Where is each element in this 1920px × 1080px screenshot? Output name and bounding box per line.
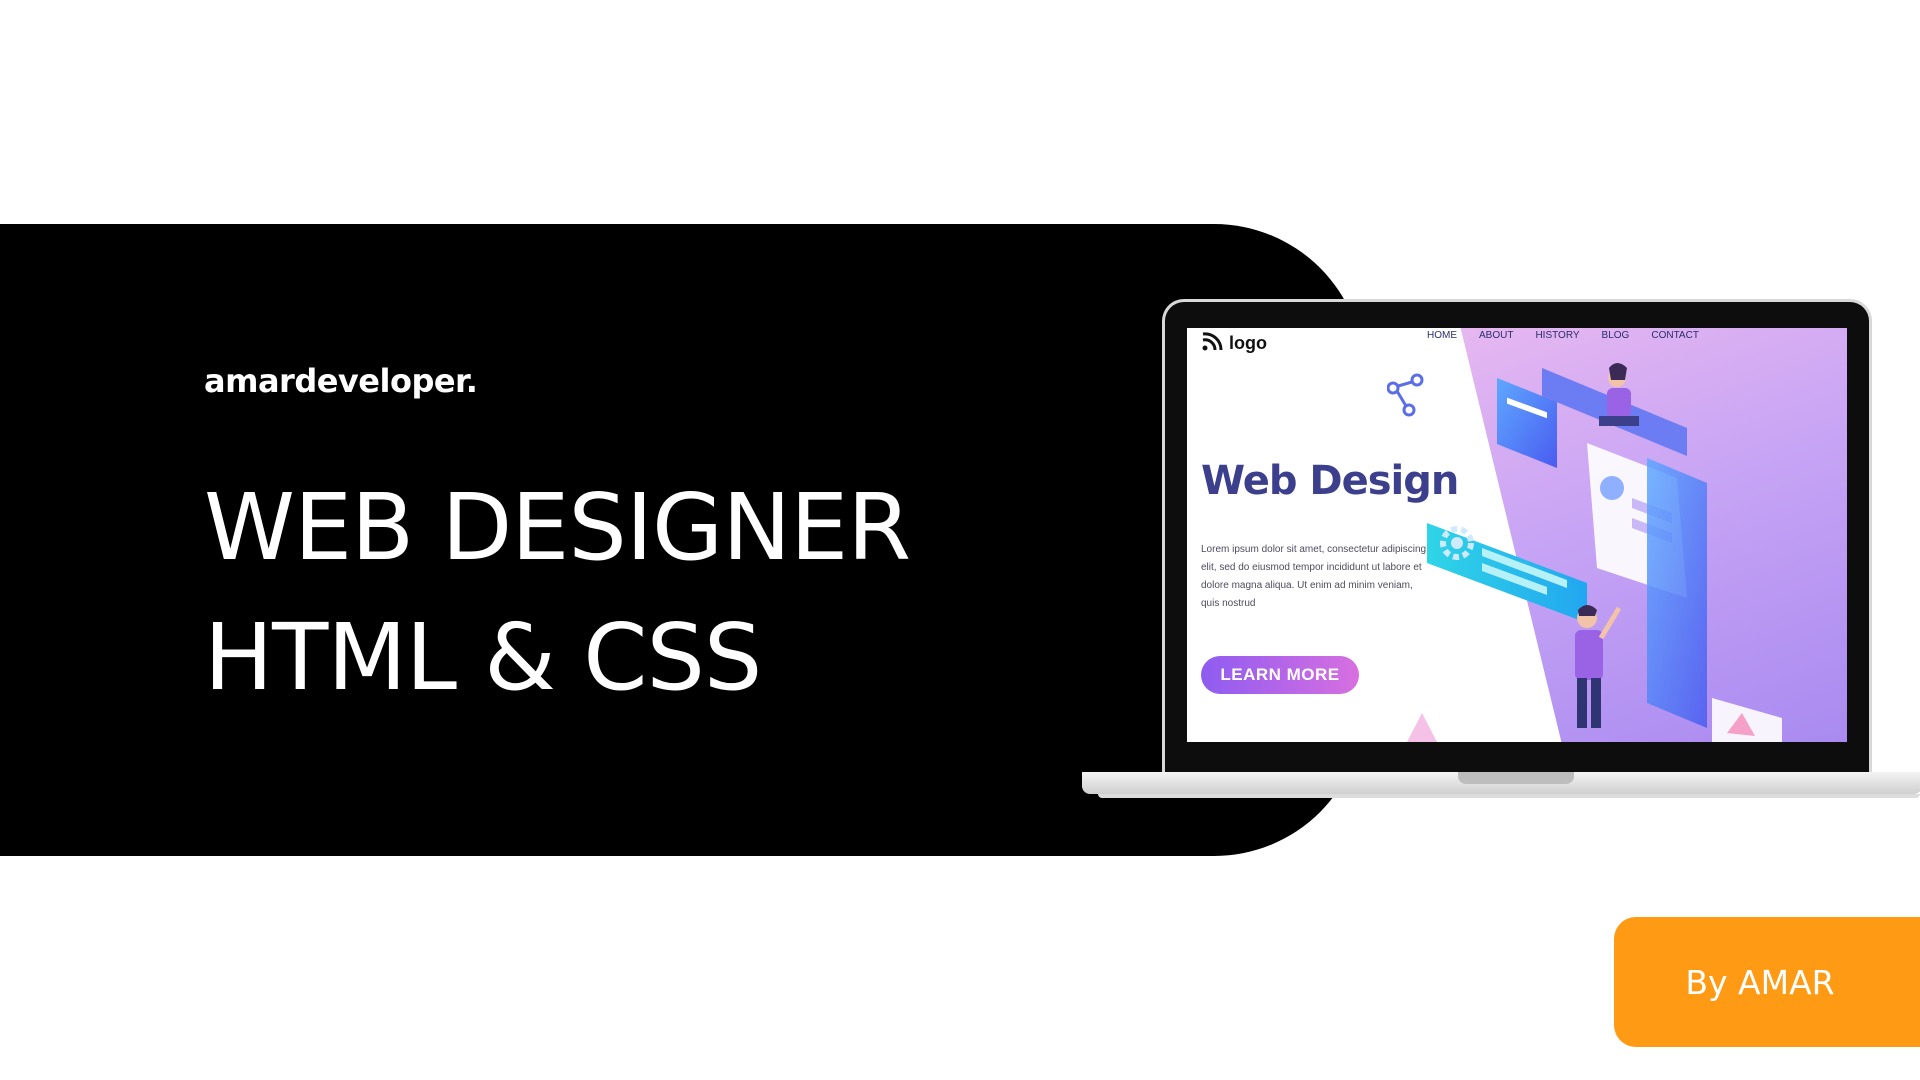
learn-more-button[interactable]: LEARN MORE bbox=[1201, 656, 1359, 694]
nav-contact[interactable]: CONTACT bbox=[1651, 330, 1699, 341]
triangle-deco bbox=[1407, 713, 1437, 742]
wifi-logo-icon bbox=[1201, 330, 1225, 357]
tall-panel bbox=[1647, 458, 1707, 728]
nav-about[interactable]: ABOUT bbox=[1479, 330, 1513, 341]
headline-line-1: WEB DESIGNER bbox=[204, 474, 911, 581]
laptop-screen: logo HOME ABOUT HISTORY BLOG CONTACT Web… bbox=[1187, 328, 1847, 742]
brand-name: amardeveloper. bbox=[204, 362, 478, 400]
site-nav: HOME ABOUT HISTORY BLOG CONTACT bbox=[1427, 330, 1699, 341]
isometric-illustration bbox=[1387, 363, 1782, 742]
site-logo-label: logo bbox=[1229, 332, 1267, 353]
laptop-notch bbox=[1458, 772, 1574, 784]
headline-line-2: HTML & CSS bbox=[204, 604, 762, 711]
nav-history[interactable]: HISTORY bbox=[1535, 330, 1579, 341]
nav-blog[interactable]: BLOG bbox=[1602, 330, 1630, 341]
image-card bbox=[1712, 698, 1782, 742]
person-bottom bbox=[1575, 605, 1622, 728]
share-icon bbox=[1387, 373, 1424, 417]
author-badge: By AMAR bbox=[1614, 917, 1920, 1047]
laptop-shadow bbox=[1098, 794, 1920, 798]
nav-home[interactable]: HOME bbox=[1427, 330, 1457, 341]
site-logo[interactable]: logo bbox=[1201, 328, 1267, 358]
